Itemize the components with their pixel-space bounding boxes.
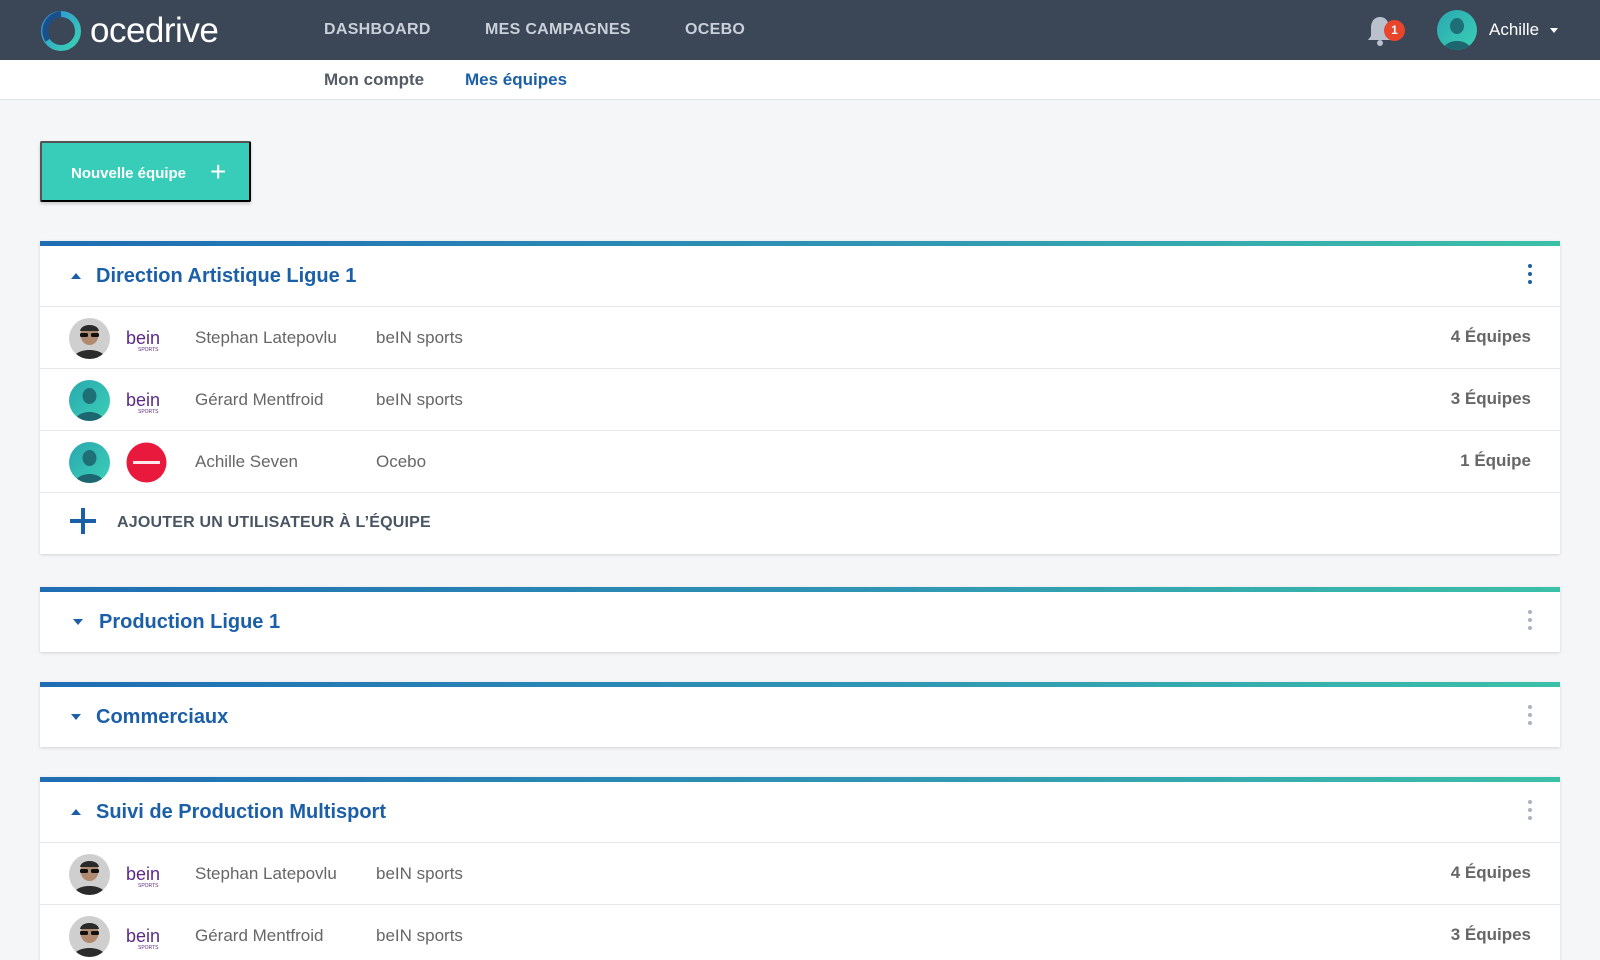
svg-text:bein: bein	[126, 328, 160, 348]
chevron-down-icon[interactable]	[71, 714, 81, 720]
team-member-row: bein SPORTS Gérard Mentfroid beIN sports…	[40, 904, 1560, 960]
team-card-direction-artistique: Direction Artistique Ligue 1 bein SPORTS…	[40, 241, 1560, 554]
member-team-count[interactable]: 3 Équipes	[1451, 388, 1531, 410]
subnav-mon-compte[interactable]: Mon compte	[324, 69, 424, 91]
bein-logo-icon: bein SPORTS	[126, 328, 160, 353]
member-name: Gérard Mentfroid	[195, 926, 324, 945]
team-title[interactable]: Suivi de Production Multisport	[96, 800, 386, 824]
ocebo-logo-icon	[126, 442, 167, 483]
nav-mes-campagnes[interactable]: MES CAMPAGNES	[485, 20, 631, 40]
nav-ocebo[interactable]: OCEBO	[685, 20, 745, 40]
team-title[interactable]: Production Ligue 1	[99, 610, 280, 634]
chevron-up-icon[interactable]	[71, 809, 81, 815]
plus-icon	[68, 506, 98, 536]
member-company: beIN sports	[376, 926, 463, 945]
member-team-count[interactable]: 4 Équipes	[1451, 326, 1531, 348]
user-menu-name[interactable]: Achille	[1489, 19, 1539, 41]
svg-text:bein: bein	[126, 926, 160, 946]
team-member-row: bein SPORTS Gérard Mentfroid beIN sports…	[40, 368, 1560, 430]
member-company: beIN sports	[376, 864, 463, 883]
svg-text:SPORTS: SPORTS	[138, 347, 159, 353]
team-card-suivi-production: Suivi de Production Multisport bein SPOR…	[40, 777, 1560, 960]
member-company: beIN sports	[376, 328, 463, 347]
team-card-production-ligue-1: Production Ligue 1	[40, 587, 1560, 652]
team-title[interactable]: Commerciaux	[96, 705, 228, 729]
bein-logo-icon: bein SPORTS	[126, 390, 160, 415]
svg-text:SPORTS: SPORTS	[138, 945, 159, 951]
team-card-commerciaux: Commerciaux	[40, 682, 1560, 747]
team-card-header: Direction Artistique Ligue 1	[40, 246, 1560, 306]
more-options-icon[interactable]	[1526, 610, 1534, 634]
team-member-row: Achille Seven Ocebo 1 Équipe	[40, 430, 1560, 492]
member-avatar	[69, 854, 110, 895]
chevron-down-icon[interactable]	[1550, 28, 1558, 33]
add-user-label: AJOUTER UN UTILISATEUR À L’ÉQUIPE	[117, 514, 431, 531]
svg-text:SPORTS: SPORTS	[138, 409, 159, 415]
more-options-icon[interactable]	[1526, 800, 1534, 824]
new-team-button-label: Nouvelle équipe	[71, 165, 187, 182]
notification-count-badge: 1	[1384, 20, 1405, 41]
member-name: Stephan Latepovlu	[195, 328, 337, 347]
bein-logo-icon: bein SPORTS	[126, 926, 160, 951]
team-title[interactable]: Direction Artistique Ligue 1	[96, 264, 356, 288]
team-member-row: bein SPORTS Stephan Latepovlu beIN sport…	[40, 306, 1560, 368]
team-card-header: Suivi de Production Multisport	[40, 782, 1560, 842]
chevron-down-icon[interactable]	[73, 619, 83, 625]
member-name: Achille Seven	[195, 452, 299, 471]
member-name: Gérard Mentfroid	[195, 390, 324, 409]
svg-text:SPORTS: SPORTS	[138, 883, 159, 889]
member-company: Ocebo	[376, 452, 427, 471]
member-team-count[interactable]: 4 Équipes	[1451, 862, 1531, 884]
account-subnav: Mon compte Mes équipes	[0, 60, 1600, 100]
member-avatar	[69, 442, 110, 483]
notifications-button[interactable]: 1	[1366, 14, 1405, 48]
brand-logo[interactable]: ocedrive	[40, 10, 219, 52]
member-avatar	[69, 380, 110, 421]
chevron-up-icon[interactable]	[71, 273, 81, 279]
add-user-to-team-button[interactable]: AJOUTER UN UTILISATEUR À L’ÉQUIPE	[40, 492, 1560, 554]
more-options-icon[interactable]	[1526, 264, 1534, 288]
more-options-icon[interactable]	[1526, 705, 1534, 729]
member-avatar	[69, 318, 110, 359]
brand-name: ocedrive	[90, 11, 219, 50]
team-card-header: Commerciaux	[40, 687, 1560, 747]
user-avatar[interactable]	[1437, 10, 1477, 50]
svg-text:bein: bein	[126, 390, 160, 410]
member-name: Stephan Latepovlu	[195, 864, 337, 883]
ocedrive-logo-icon	[41, 11, 81, 51]
member-avatar	[69, 916, 110, 957]
top-bar: ocedrive DASHBOARD MES CAMPAGNES OCEBO 1…	[0, 0, 1600, 60]
team-member-row: bein SPORTS Stephan Latepovlu beIN sport…	[40, 842, 1560, 904]
bein-logo-icon: bein SPORTS	[126, 864, 160, 889]
svg-text:bein: bein	[126, 864, 160, 884]
subnav-mes-equipes[interactable]: Mes équipes	[465, 69, 567, 91]
nav-dashboard[interactable]: DASHBOARD	[324, 20, 431, 40]
member-company: beIN sports	[376, 390, 463, 409]
plus-icon: +	[210, 156, 227, 187]
team-card-header: Production Ligue 1	[40, 592, 1560, 652]
member-team-count[interactable]: 1 Équipe	[1460, 450, 1531, 472]
user-portrait-icon	[1437, 10, 1477, 50]
new-team-button[interactable]: Nouvelle équipe +	[40, 141, 251, 202]
member-team-count[interactable]: 3 Équipes	[1451, 924, 1531, 946]
